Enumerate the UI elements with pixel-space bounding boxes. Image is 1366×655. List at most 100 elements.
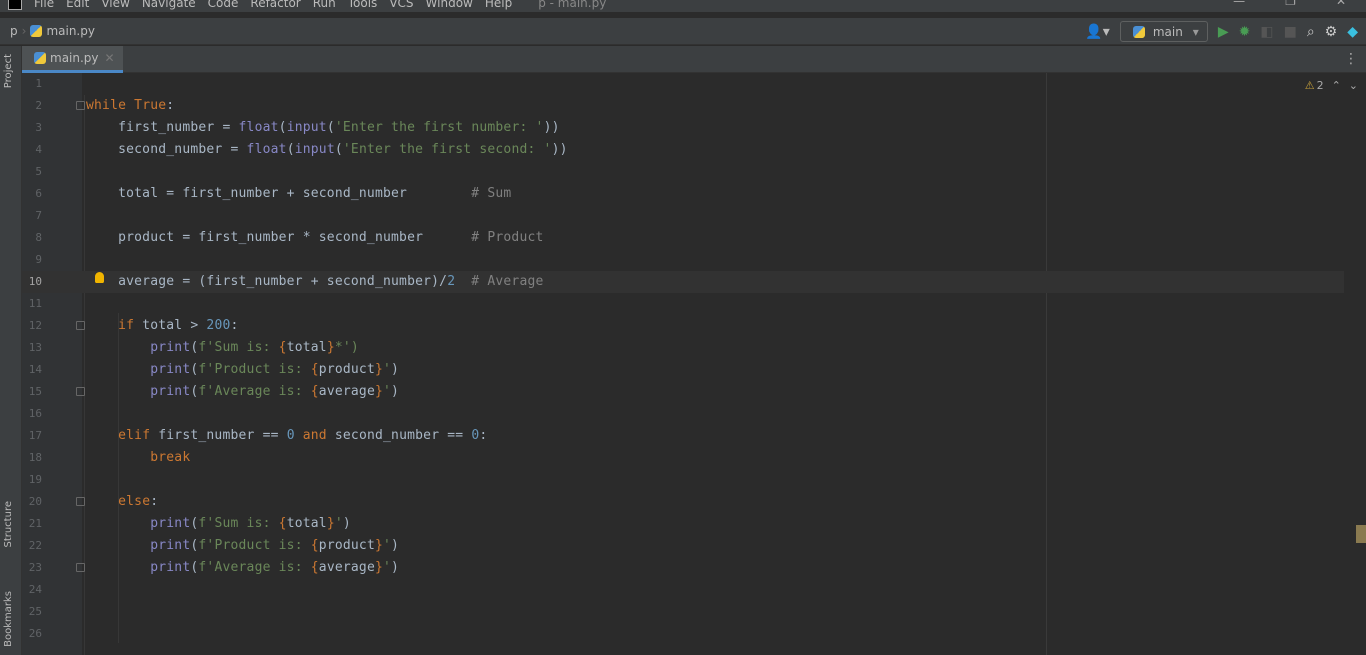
token-builtin: input <box>294 142 335 157</box>
menu-run[interactable]: Run <box>313 0 336 10</box>
code-line[interactable]: 9 <box>22 249 1344 271</box>
fold-marker-icon[interactable] <box>76 101 85 110</box>
token-identifier: : <box>150 494 159 509</box>
code-line[interactable]: 12 if total > 200: <box>22 315 1344 337</box>
menu-vcs[interactable]: VCS <box>389 0 413 10</box>
code-line[interactable]: 4 second_number = float(input('Enter the… <box>22 139 1344 161</box>
pycharm-logo-icon <box>8 0 22 10</box>
token-identifier: )) <box>543 120 560 135</box>
line-number: 10 <box>28 275 42 288</box>
user-icon[interactable]: 👤▾ <box>1085 25 1109 39</box>
fold-marker-icon[interactable] <box>76 387 85 396</box>
token-string: ' <box>383 538 392 553</box>
python-file-icon <box>30 25 43 37</box>
code-line[interactable]: 11 <box>22 293 1344 315</box>
more-options-icon[interactable]: ⋮ <box>1344 51 1358 67</box>
menu-refactor[interactable]: Refactor <box>250 0 300 10</box>
bookmarks-tool-button[interactable]: Bookmarks <box>3 591 14 647</box>
scrollbar-thumb[interactable] <box>1356 525 1366 543</box>
menu-help[interactable]: Help <box>485 0 512 10</box>
menu-navigate[interactable]: Navigate <box>142 0 196 10</box>
code-editor[interactable]: 1 2 while True: 3 first_number = float(inpu… <box>22 73 1366 655</box>
line-number: 9 <box>35 253 42 266</box>
minimize-icon[interactable]: — <box>1233 0 1245 8</box>
code-line[interactable]: 16 <box>22 403 1344 425</box>
code-line[interactable]: 24 <box>22 579 1344 601</box>
breadcrumb-project[interactable]: p <box>10 24 18 38</box>
code-line[interactable]: 17 elif first_number == 0 and second_num… <box>22 425 1344 447</box>
stop-icon[interactable]: ■ <box>1284 25 1297 39</box>
menu-file[interactable]: File <box>34 0 54 10</box>
token-fstring-brace: } <box>374 538 384 553</box>
code-line[interactable]: 5 <box>22 161 1344 183</box>
maximize-icon[interactable]: ❐ <box>1285 0 1296 8</box>
tab-main-py[interactable]: main.py ✕ <box>22 46 123 73</box>
token-keyword: and <box>302 428 327 443</box>
token-string: ' <box>383 384 392 399</box>
token-keyword: if <box>118 318 143 333</box>
token-identifier: ) <box>391 560 400 575</box>
breadcrumb-file[interactable]: main.py <box>46 24 95 38</box>
jetbrains-toolbox-icon[interactable]: ◆ <box>1347 25 1358 39</box>
code-line[interactable]: 1 <box>22 73 1344 95</box>
close-tab-icon[interactable]: ✕ <box>105 51 115 65</box>
menu-code[interactable]: Code <box>208 0 239 10</box>
run-with-coverage-icon[interactable]: ◧ <box>1260 25 1273 39</box>
token-identifier: average = (first_number + second_number)… <box>86 274 448 289</box>
previous-highlight-icon[interactable]: ⌃ <box>1332 79 1341 92</box>
code-line[interactable]: 21 print(f'Sum is: {total}') <box>22 513 1344 535</box>
token-identifier: second_number = <box>86 142 247 157</box>
code-line[interactable]: 14 print(f'Product is: {product}') <box>22 359 1344 381</box>
structure-tool-button[interactable]: Structure <box>3 501 14 548</box>
gear-icon[interactable]: ⚙ <box>1325 25 1338 39</box>
next-highlight-icon[interactable]: ⌄ <box>1349 79 1358 92</box>
run-configuration-select[interactable]: main ▾ <box>1119 21 1208 42</box>
fold-marker-icon[interactable] <box>76 321 85 330</box>
code-line[interactable]: 20 else: <box>22 491 1344 513</box>
run-icon[interactable]: ▶ <box>1218 25 1229 39</box>
code-line[interactable]: 3 first_number = float(input('Enter the … <box>22 117 1344 139</box>
project-tool-button[interactable]: Project <box>3 54 14 88</box>
code-line[interactable]: 26 <box>22 623 1344 645</box>
menu-view[interactable]: View <box>101 0 129 10</box>
code-line[interactable]: 15 print(f'Average is: {average}') <box>22 381 1344 403</box>
code-text: break <box>86 447 190 469</box>
code-line[interactable]: 2 while True: <box>22 95 1344 117</box>
code-line[interactable]: 6 total = first_number + second_number #… <box>22 183 1344 205</box>
token-builtin: print <box>150 516 191 531</box>
code-line[interactable]: 18 break <box>22 447 1344 469</box>
fold-marker-icon[interactable] <box>76 563 85 572</box>
token-identifier <box>86 340 150 355</box>
inspection-widget[interactable]: ⚠ 2 ⌃ ⌄ <box>1305 79 1358 92</box>
code-line[interactable]: 8 product = first_number * second_number… <box>22 227 1344 249</box>
code-line[interactable]: 23 print(f'Average is: {average}') <box>22 557 1344 579</box>
menu-window[interactable]: Window <box>426 0 473 10</box>
debug-icon[interactable]: ✹ <box>1239 25 1251 39</box>
line-number: 21 <box>28 517 42 530</box>
code-line[interactable]: 7 <box>22 205 1344 227</box>
python-icon <box>1132 25 1145 38</box>
menu-edit[interactable]: Edit <box>66 0 89 10</box>
close-window-icon[interactable]: ✕ <box>1336 0 1346 8</box>
token-fstring-brace: { <box>278 516 287 531</box>
token-builtin: print <box>150 384 191 399</box>
fold-marker-icon[interactable] <box>76 497 85 506</box>
search-icon[interactable]: ⌕ <box>1307 25 1315 39</box>
code-line[interactable]: 19 <box>22 469 1344 491</box>
code-line[interactable]: 13 print(f'Sum is: {total}*') <box>22 337 1344 359</box>
menu-tools[interactable]: Tools <box>348 0 378 10</box>
token-identifier: average <box>318 560 375 575</box>
code-text: elif first_number == 0 and second_number… <box>86 425 487 447</box>
code-text: print(f'Product is: {product}') <box>86 535 399 557</box>
line-number: 2 <box>35 99 42 112</box>
warning-icon: ⚠ <box>1304 79 1315 92</box>
code-line[interactable]: 22 print(f'Product is: {product}') <box>22 535 1344 557</box>
lightbulb-icon[interactable] <box>95 272 104 283</box>
code-line[interactable]: 10 average = (first_number + second_numb… <box>22 271 1344 293</box>
token-builtin: print <box>150 340 191 355</box>
code-text: print(f'Average is: {average}') <box>86 557 399 579</box>
code-text: second_number = float(input('Enter the f… <box>86 139 568 161</box>
code-text: while True: <box>86 95 174 117</box>
code-line[interactable]: 25 <box>22 601 1344 623</box>
token-identifier <box>295 428 303 443</box>
